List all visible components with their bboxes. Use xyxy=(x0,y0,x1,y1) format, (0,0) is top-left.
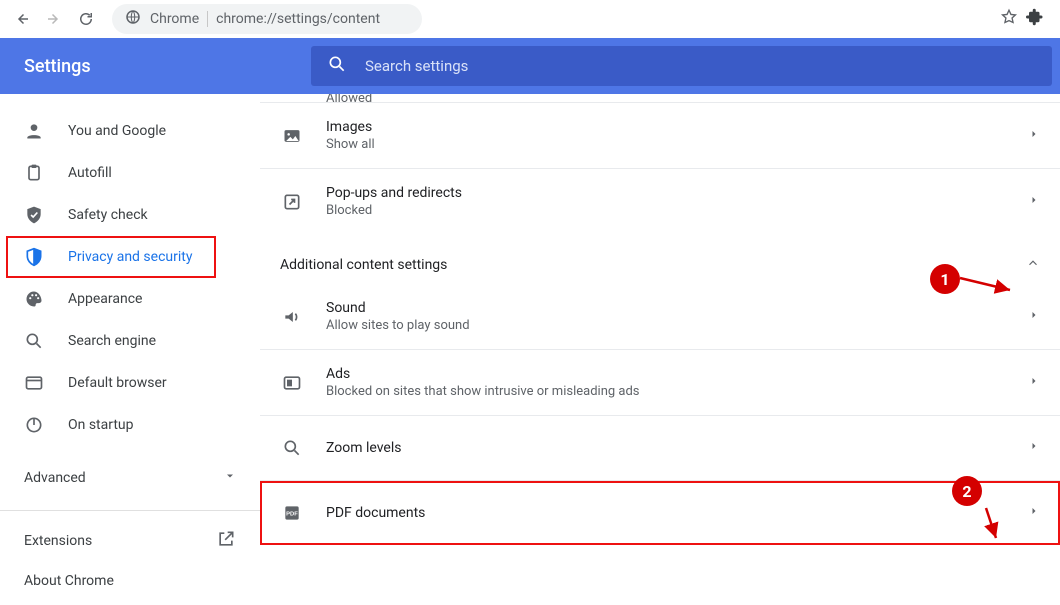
extensions-label: Extensions xyxy=(24,533,92,549)
row-title: PDF documents xyxy=(326,505,1006,521)
row-title: Pop-ups and redirects xyxy=(326,185,1006,201)
sidebar-item-label: Safety check xyxy=(68,207,148,223)
ad-icon xyxy=(280,373,304,393)
sidebar-item-label: Privacy and security xyxy=(68,249,192,265)
power-icon xyxy=(24,415,44,435)
settings-title: Settings xyxy=(0,56,311,77)
reload-button[interactable] xyxy=(72,5,100,33)
search-settings-input[interactable]: Search settings xyxy=(311,46,1052,86)
content-row-pdf-documents[interactable]: PDF PDF documents xyxy=(260,481,1060,545)
sidebar-item-label: Default browser xyxy=(68,375,167,391)
about-label: About Chrome xyxy=(24,573,114,589)
chevron-down-icon xyxy=(224,470,236,486)
divider xyxy=(0,510,260,511)
browser-label: Chrome xyxy=(150,11,199,27)
chevron-right-icon xyxy=(1028,505,1040,521)
chevron-right-icon xyxy=(1028,194,1040,210)
star-icon[interactable] xyxy=(1000,8,1018,30)
clipboard-icon xyxy=(24,163,44,183)
sidebar-item-label: Appearance xyxy=(68,291,142,307)
sidebar-item-about-chrome[interactable]: About Chrome xyxy=(0,561,260,601)
svg-text:PDF: PDF xyxy=(286,512,298,518)
annotation-badge-2: 2 xyxy=(952,476,982,506)
settings-sidebar: You and Google Autofill Safety check Pri… xyxy=(0,94,260,605)
annotation-badge-1: 1 xyxy=(930,264,960,294)
settings-header: Settings Search settings xyxy=(0,38,1060,94)
sidebar-item-label: You and Google xyxy=(68,123,166,139)
arrow-right-icon xyxy=(45,10,63,28)
row-subtitle: Show all xyxy=(326,137,1006,152)
chevron-up-icon xyxy=(1026,256,1040,270)
person-icon xyxy=(24,121,44,141)
advanced-label: Advanced xyxy=(24,470,86,486)
sidebar-item-search-engine[interactable]: Search engine xyxy=(0,320,260,362)
truncated-status: Allowed xyxy=(326,94,372,102)
open-external-icon xyxy=(216,529,236,553)
content-row-zoom-levels[interactable]: Zoom levels xyxy=(260,416,1060,480)
chevron-right-icon xyxy=(1028,309,1040,325)
content-row-sound[interactable]: Sound Allow sites to play sound xyxy=(260,284,1060,349)
address-bar[interactable]: Chrome chrome://settings/content xyxy=(112,4,422,34)
shield-icon xyxy=(24,247,44,267)
row-subtitle: Allow sites to play sound xyxy=(326,318,1006,333)
sidebar-item-label: Autofill xyxy=(68,165,112,181)
search-placeholder: Search settings xyxy=(365,57,468,75)
sidebar-item-you-and-google[interactable]: You and Google xyxy=(0,110,260,152)
sound-icon xyxy=(280,307,304,327)
palette-icon xyxy=(24,289,44,309)
row-title: Zoom levels xyxy=(326,440,1006,456)
sidebar-item-label: Search engine xyxy=(68,333,156,349)
chevron-right-icon xyxy=(1028,440,1040,456)
browser-toolbar: Chrome chrome://settings/content xyxy=(0,0,1060,38)
extensions-icon[interactable] xyxy=(1026,8,1044,30)
url-text: chrome://settings/content xyxy=(216,11,380,27)
section-title-text: Additional content settings xyxy=(280,257,447,273)
image-icon xyxy=(280,126,304,146)
pdf-icon: PDF xyxy=(280,503,304,523)
sidebar-item-on-startup[interactable]: On startup xyxy=(0,404,260,446)
sidebar-item-appearance[interactable]: Appearance xyxy=(0,278,260,320)
content-row-popups[interactable]: Pop-ups and redirects Blocked xyxy=(260,169,1060,234)
chevron-right-icon xyxy=(1028,128,1040,144)
site-info-icon[interactable] xyxy=(124,8,142,30)
search-icon xyxy=(24,331,44,351)
popup-icon xyxy=(280,192,304,212)
sidebar-item-privacy-security[interactable]: Privacy and security xyxy=(6,236,216,278)
search-icon xyxy=(327,54,347,78)
row-title: Images xyxy=(326,119,1006,135)
forward-button[interactable] xyxy=(40,5,68,33)
collapse-button[interactable] xyxy=(1026,256,1040,274)
browser-icon xyxy=(24,373,44,393)
row-title: Sound xyxy=(326,300,1006,316)
row-subtitle: Blocked on sites that show intrusive or … xyxy=(326,384,1006,399)
content-row-images[interactable]: Images Show all xyxy=(260,103,1060,168)
sidebar-item-label: On startup xyxy=(68,417,134,433)
zoom-icon xyxy=(280,438,304,458)
sidebar-item-default-browser[interactable]: Default browser xyxy=(0,362,260,404)
sidebar-item-safety-check[interactable]: Safety check xyxy=(0,194,260,236)
sidebar-item-extensions[interactable]: Extensions xyxy=(0,521,260,561)
content-row-ads[interactable]: Ads Blocked on sites that show intrusive… xyxy=(260,350,1060,415)
divider xyxy=(207,11,208,27)
settings-content: Allowed Images Show all Pop-ups and redi… xyxy=(260,94,1060,605)
sidebar-advanced-toggle[interactable]: Advanced xyxy=(0,456,260,500)
sidebar-item-autofill[interactable]: Autofill xyxy=(0,152,260,194)
row-subtitle: Blocked xyxy=(326,203,1006,218)
row-title: Ads xyxy=(326,366,1006,382)
arrow-left-icon xyxy=(13,10,31,28)
reload-icon xyxy=(77,10,95,28)
chevron-right-icon xyxy=(1028,375,1040,391)
back-button[interactable] xyxy=(8,5,36,33)
shield-check-icon xyxy=(24,205,44,225)
